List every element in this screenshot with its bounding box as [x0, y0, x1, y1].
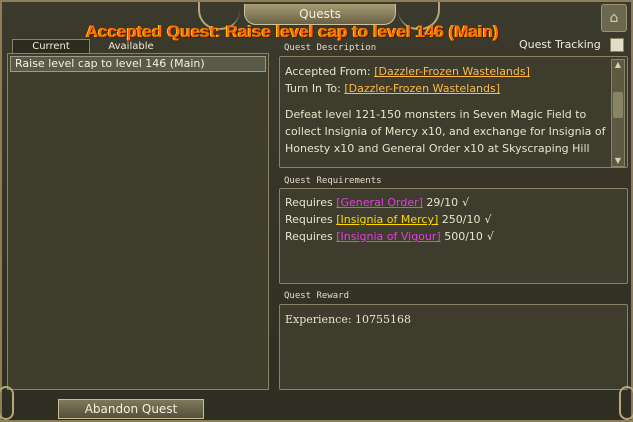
requirement-progress: 250/10 [441, 213, 481, 226]
reward-heading: Quest Reward [284, 291, 350, 301]
requirements-panel: Requires [General Order] 29/10 √ Requires… [279, 188, 628, 284]
scroll-thumb[interactable] [613, 92, 623, 118]
requirement-item-link[interactable]: [Insignia of Mercy] [336, 213, 438, 226]
requirement-prefix: Requires [285, 196, 333, 209]
description-body: Defeat level 121-150 monsters in Seven M… [285, 108, 606, 155]
scroll-up-icon[interactable]: ▲ [612, 60, 624, 70]
description-heading: Quest Description [284, 43, 377, 53]
basket-icon[interactable]: ⌂ [601, 4, 627, 32]
description-panel: Accepted From: [Dazzler-Frozen Wasteland… [279, 56, 628, 168]
requirement-progress: 500/10 [444, 230, 483, 243]
requirement-item-link[interactable]: [General Order] [336, 196, 423, 209]
requirement-prefix: Requires [285, 213, 333, 226]
complete-check-icon: √ [462, 196, 470, 209]
list-item[interactable]: Raise level cap to level 146 (Main) [10, 56, 266, 72]
requirement-line: Requires [Insignia of Vigour] 500/10 √ [285, 230, 494, 243]
turn-in-label: Turn In To: [285, 82, 341, 95]
accepted-from-label: Accepted From: [285, 65, 371, 78]
abandon-quest-button[interactable]: Abandon Quest [58, 399, 204, 419]
reward-experience: Experience: 10755168 [285, 313, 412, 326]
description-scrollbar[interactable]: ▲ ▼ [611, 59, 625, 167]
complete-check-icon: √ [484, 213, 492, 226]
quest-window: Quests ⌂ Accepted Quest: Raise level cap… [0, 0, 633, 422]
quest-list: Raise level cap to level 146 (Main) [7, 53, 269, 390]
requirement-line: Requires [General Order] 29/10 √ [285, 196, 469, 209]
requirement-item-link[interactable]: [Insignia of Vigour] [336, 230, 440, 243]
description-text: Accepted From: [Dazzler-Frozen Wasteland… [285, 63, 610, 157]
requirements-heading: Quest Requirements [284, 176, 382, 186]
quest-tracking-checkbox[interactable] [610, 38, 624, 52]
turn-in-npc-link[interactable]: [Dazzler-Frozen Wastelands] [344, 82, 500, 95]
reward-panel: Experience: 10755168 [279, 304, 628, 390]
tab-available[interactable]: Available [92, 39, 170, 54]
tab-current[interactable]: Current [12, 39, 90, 54]
frame-corner-left [0, 386, 14, 420]
complete-check-icon: √ [486, 230, 494, 243]
frame-corner-right [619, 386, 633, 420]
quest-tracking-label: Quest Tracking [519, 38, 601, 51]
accepted-from-npc-link[interactable]: [Dazzler-Frozen Wastelands] [374, 65, 530, 78]
requirement-line: Requires [Insignia of Mercy] 250/10 √ [285, 213, 491, 226]
requirement-prefix: Requires [285, 230, 333, 243]
requirement-progress: 29/10 [426, 196, 459, 209]
scroll-down-icon[interactable]: ▼ [612, 156, 624, 166]
